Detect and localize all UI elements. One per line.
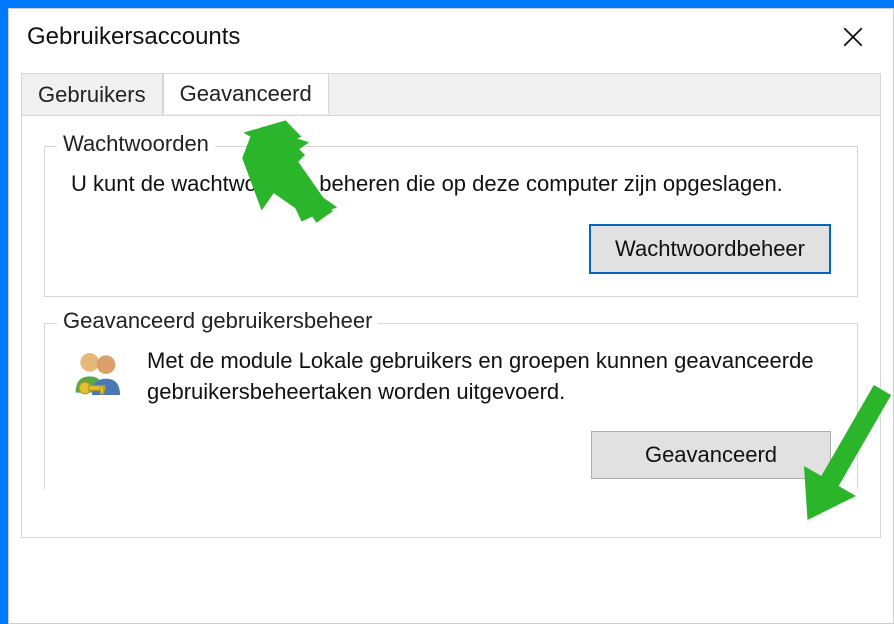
advanced-legend: Geavanceerd gebruikersbeheer (57, 308, 378, 334)
close-button[interactable] (831, 15, 875, 59)
passwords-legend: Wachtwoorden (57, 131, 215, 157)
titlebar: Gebruikersaccounts (9, 9, 893, 65)
dialog-title: Gebruikersaccounts (27, 23, 240, 51)
close-icon (843, 27, 863, 47)
user-accounts-dialog: Gebruikersaccounts Gebruikers Geavanceer… (8, 8, 894, 624)
advanced-description: Met de module Lokale gebruikers en groep… (147, 346, 831, 408)
passwords-groupbox: Wachtwoorden U kunt de wachtwoorden behe… (44, 146, 858, 297)
tab-content-advanced: Wachtwoorden U kunt de wachtwoorden behe… (21, 115, 881, 538)
passwords-description: U kunt de wachtwoorden beheren die op de… (71, 169, 831, 200)
password-manager-button[interactable]: Wachtwoordbeheer (589, 224, 831, 274)
tab-strip: Gebruikers Geavanceerd (21, 73, 881, 115)
advanced-button[interactable]: Geavanceerd (591, 431, 831, 479)
tab-advanced[interactable]: Geavanceerd (163, 73, 329, 114)
users-key-icon (71, 346, 127, 402)
tab-users[interactable]: Gebruikers (22, 74, 163, 115)
advanced-user-mgmt-groupbox: Geavanceerd gebruikersbeheer Met de modu… (44, 323, 858, 490)
